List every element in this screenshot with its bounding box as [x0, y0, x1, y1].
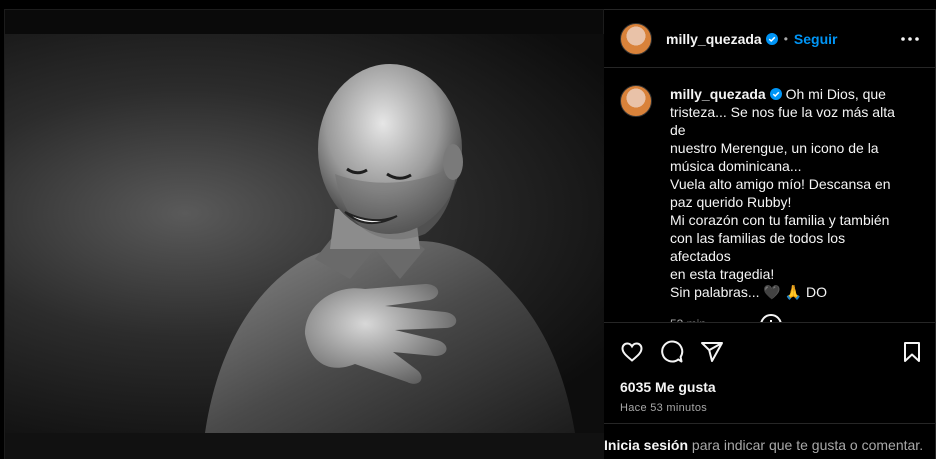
caption-comment: milly_quezada Oh mi Dios, que tristeza..… [620, 85, 920, 322]
comments-section[interactable]: milly_quezada Oh mi Dios, que tristeza..… [604, 69, 936, 323]
caption-line: nuestro Merengue, un icono de la [670, 140, 879, 156]
comment-timestamp[interactable]: 53 min [670, 315, 902, 322]
action-bar [604, 332, 936, 372]
caption-line: tristeza... Se nos fue la voz más alta d… [670, 104, 895, 138]
post-media-area [0, 0, 604, 459]
follow-button[interactable]: Seguir [794, 31, 838, 47]
post-timestamp[interactable]: Hace 53 minutos [620, 402, 707, 414]
login-prompt: Inicia sesión para indicar que te gusta … [604, 423, 936, 459]
login-link[interactable]: Inicia sesión [604, 437, 688, 453]
media-footer-bar [5, 433, 604, 459]
caption-username[interactable]: milly_quezada [670, 86, 766, 102]
post-photo[interactable] [5, 34, 604, 433]
more-options-icon[interactable] [900, 30, 920, 48]
caption-author-avatar[interactable] [620, 85, 652, 117]
photo-portrait-image [205, 64, 575, 433]
verified-badge-icon [765, 32, 778, 45]
post-header: milly_quezada • Seguir [604, 10, 936, 68]
heart-icon[interactable] [620, 340, 644, 364]
share-icon[interactable] [700, 340, 724, 364]
author-avatar[interactable] [620, 22, 652, 55]
caption-line: música dominicana... [670, 158, 802, 174]
header-separator: • [783, 31, 788, 46]
caption-line: con las familias de todos los afectados [670, 230, 846, 264]
author-username[interactable]: milly_quezada [666, 31, 762, 47]
plus-circle-icon[interactable] [759, 313, 783, 323]
login-prompt-text: para indicar que te gusta o comentar. [688, 437, 924, 453]
caption-line: en esta tragedia! [670, 266, 775, 282]
post-side-panel: milly_quezada • Seguir milly_quezada Oh … [604, 9, 936, 459]
caption-line: Vuela alto amigo mío! Descansa en [670, 176, 891, 192]
caption-line: Oh mi Dios, que [785, 86, 886, 102]
caption-line: Sin palabras... 🖤 🙏 DO [670, 284, 828, 300]
bookmark-icon[interactable] [900, 340, 924, 364]
caption-line: paz querido Rubby! [670, 194, 792, 210]
caption-line: Mi corazón con tu familia y también [670, 212, 890, 228]
comment-icon[interactable] [660, 340, 684, 364]
caption-body: milly_quezada Oh mi Dios, que tristeza..… [670, 85, 902, 322]
caption-first-line: milly_quezada Oh mi Dios, que [670, 85, 902, 103]
verified-badge-icon [769, 88, 782, 100]
likes-count[interactable]: 6035 Me gusta [620, 379, 716, 395]
